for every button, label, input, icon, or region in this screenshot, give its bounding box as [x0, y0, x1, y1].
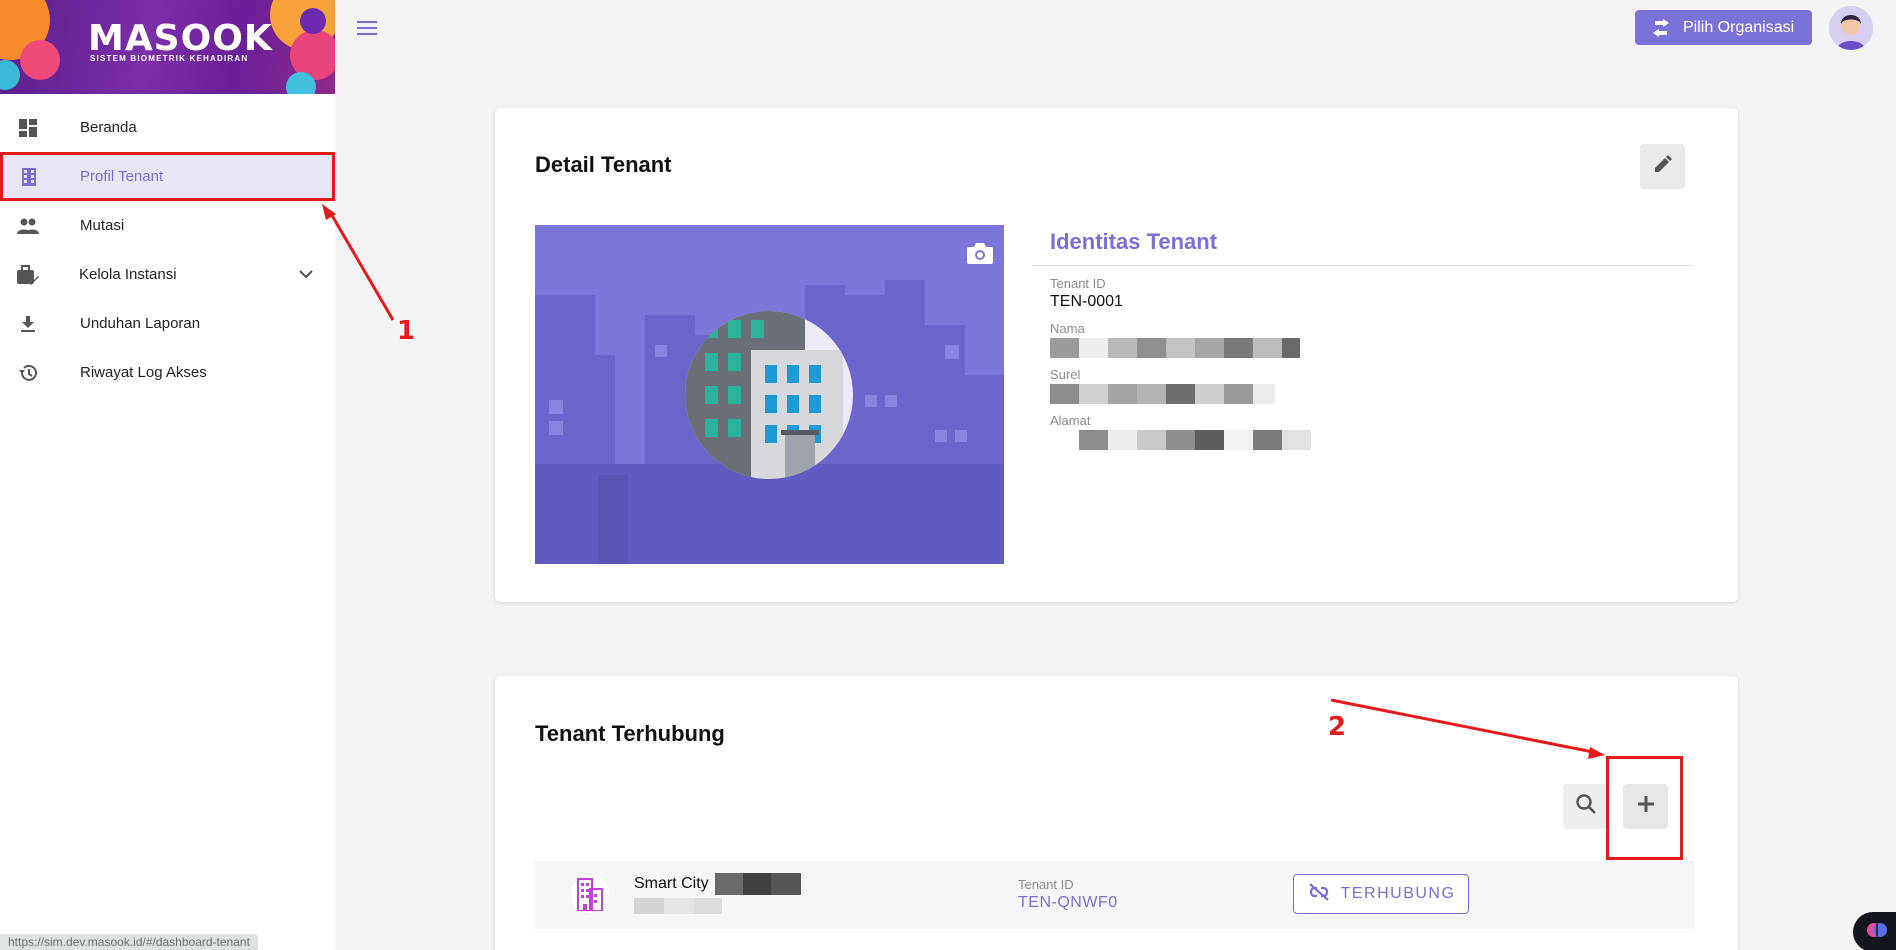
search-icon — [1575, 793, 1597, 820]
linked-tenants-title: Tenant Terhubung — [535, 721, 725, 746]
field-tenant-id: Tenant ID TEN-0001 — [1032, 276, 1693, 312]
redacted-value — [1050, 430, 1693, 450]
brand-tagline: SISTEM BIOMETRIK KEHADIRAN — [90, 54, 249, 63]
sidebar-item-riwayat-log[interactable]: Riwayat Log Akses — [0, 348, 335, 397]
field-label: Alamat — [1050, 413, 1091, 428]
field-nama: Nama — [1032, 321, 1693, 358]
sidebar: MASOOK SISTEM BIOMETRIK KEHADIRAN Berand… — [0, 0, 335, 950]
swap-icon — [1649, 18, 1673, 37]
detail-tenant-title: Detail Tenant — [535, 152, 672, 177]
brand-banner[interactable]: MASOOK SISTEM BIOMETRIK KEHADIRAN — [0, 0, 335, 94]
sidebar-item-profil-tenant[interactable]: Profil Tenant — [0, 152, 335, 201]
sidebar-item-beranda[interactable]: Beranda — [0, 103, 335, 152]
chevron-down-icon[interactable] — [299, 266, 313, 284]
linked-tenant-name: Smart City — [634, 873, 802, 895]
identity-panel: Identitas Tenant Tenant ID TEN-0001 Nama… — [1032, 226, 1693, 450]
tenant-image — [535, 225, 1004, 564]
sidebar-item-kelola-instansi[interactable]: Kelola Instansi — [0, 250, 335, 299]
building-icon — [18, 166, 40, 188]
search-button[interactable] — [1563, 784, 1608, 829]
annotation-number-2: 2 — [1328, 712, 1347, 742]
connected-status-button[interactable]: TERHUBUNG — [1293, 874, 1469, 914]
history-icon — [17, 362, 39, 384]
sidebar-item-label: Unduhan Laporan — [80, 315, 201, 332]
pencil-icon — [1653, 154, 1673, 179]
briefcase-edit-icon — [17, 264, 39, 286]
annotation-number-1: 1 — [397, 316, 416, 346]
sidebar-nav: Beranda Profil Tenant Mutasi Kelola Inst… — [0, 103, 335, 397]
field-label: Nama — [1050, 321, 1085, 336]
redacted-value — [1050, 338, 1693, 358]
linked-tenants-card: Tenant Terhubung Smart City Tenant ID TE… — [495, 676, 1738, 950]
redacted-value — [1050, 384, 1693, 404]
status-url: https://sim.dev.masook.id/#/dashboard-te… — [0, 934, 258, 950]
field-value: TEN-0001 — [1050, 293, 1123, 310]
connected-status-label: TERHUBUNG — [1340, 885, 1456, 902]
camera-icon[interactable] — [966, 241, 994, 270]
choose-organization-label: Pilih Organisasi — [1683, 18, 1795, 36]
field-label: Tenant ID — [1050, 276, 1106, 291]
sidebar-item-unduhan-laporan[interactable]: Unduhan Laporan — [0, 299, 335, 348]
identity-title: Identitas Tenant — [1032, 226, 1693, 266]
city-illustration — [535, 225, 1004, 564]
sidebar-item-label: Beranda — [80, 119, 137, 136]
table-row[interactable]: Smart City Tenant ID TEN-QNWF0 TERHUBUNG — [535, 861, 1695, 929]
tenant-id-label: Tenant ID — [1018, 877, 1074, 892]
avatar[interactable] — [1829, 6, 1873, 50]
download-icon — [17, 313, 39, 335]
redacted-subtext — [634, 898, 722, 914]
hamburger-menu-icon[interactable] — [355, 16, 379, 40]
choose-organization-button[interactable]: Pilih Organisasi — [1635, 10, 1812, 45]
dashboard-icon — [17, 117, 39, 139]
sidebar-item-label: Riwayat Log Akses — [80, 364, 207, 381]
floating-help-button[interactable] — [1853, 912, 1896, 950]
building-icon — [571, 875, 609, 913]
sidebar-item-label: Kelola Instansi — [79, 266, 177, 283]
sidebar-item-label: Mutasi — [80, 217, 125, 234]
field-label: Surel — [1050, 367, 1081, 382]
brain-icon — [1865, 918, 1889, 947]
link-off-icon — [1307, 882, 1331, 907]
detail-tenant-card: Detail Tenant Identitas Tenant Tenant ID… — [495, 108, 1738, 602]
tenant-id-value: TEN-QNWF0 — [1018, 894, 1118, 911]
annotation-box-add — [1606, 756, 1683, 860]
edit-button[interactable] — [1640, 144, 1685, 189]
people-icon — [17, 215, 39, 237]
sidebar-item-mutasi[interactable]: Mutasi — [0, 201, 335, 250]
field-surel: Surel — [1032, 367, 1693, 404]
brand-logo: MASOOK — [88, 18, 273, 59]
sidebar-item-label: Profil Tenant — [80, 168, 164, 185]
field-alamat: Alamat — [1032, 413, 1693, 450]
